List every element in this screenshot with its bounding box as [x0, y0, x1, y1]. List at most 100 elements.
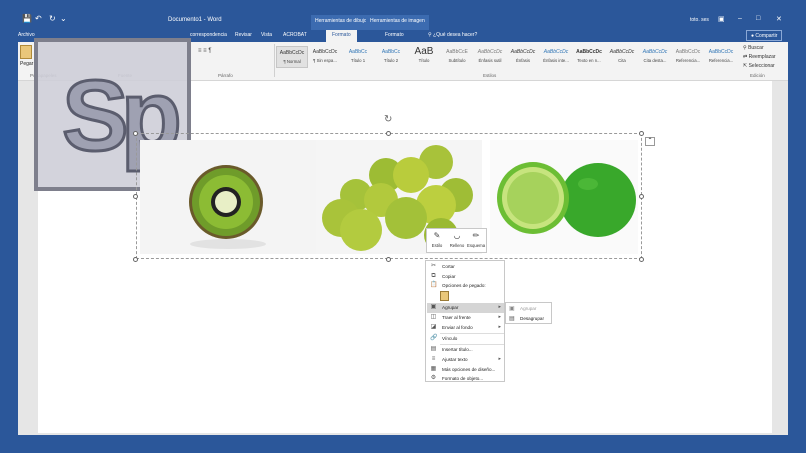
tell-me-search[interactable]: ⚲ ¿Qué desea hacer?: [428, 32, 477, 38]
save-icon[interactable]: 💾: [22, 14, 32, 23]
limes-image[interactable]: [490, 140, 638, 254]
maximize-icon[interactable]: □: [756, 15, 760, 22]
ribbon-options-icon[interactable]: ▣: [718, 15, 725, 23]
menu-item-format-object[interactable]: ⚙ Formato de objeto...: [427, 374, 504, 383]
tab-archivo[interactable]: Archivo: [18, 32, 35, 38]
style-sin-espaciado[interactable]: AaBbCcDc ¶ Sin espa...: [309, 46, 341, 68]
style-name: Referencia...: [708, 58, 734, 63]
resize-handle[interactable]: [133, 131, 138, 136]
group-icon: ▣: [430, 304, 437, 310]
style-titulo-1[interactable]: AaBbCc Título 1: [342, 46, 374, 68]
menu-item-wrap-text[interactable]: ≡ Ajustar texto ▸: [427, 355, 504, 365]
style-preview: AaBbCcE: [446, 49, 468, 55]
submenu-item-group: ▣ Agrupar: [507, 304, 551, 314]
submenu-arrow-icon: ▸: [498, 356, 501, 362]
style-preview: AaB: [414, 46, 434, 57]
share-label: Compartir: [755, 33, 778, 39]
tab-revisar[interactable]: Revisar: [235, 32, 252, 38]
style-preview: AaBbCcDc: [312, 49, 338, 55]
rotate-handle-icon[interactable]: ↻: [384, 114, 392, 125]
submenu-arrow-icon: ▸: [498, 324, 501, 330]
style-name: Énfasis sutil: [478, 58, 502, 63]
style-titulo-2[interactable]: AaBbCc Título 2: [375, 46, 407, 68]
paste-keep-format-icon[interactable]: [440, 291, 449, 301]
replace-button[interactable]: ⇄ Reemplazar: [743, 54, 776, 60]
resize-handle[interactable]: [133, 257, 138, 262]
editing-group-label: Edición: [750, 73, 765, 78]
style-preview: AaBbCcDc: [543, 49, 569, 55]
redo-icon[interactable]: ↻: [49, 14, 56, 23]
tab-correspondencia[interactable]: correspondencia: [190, 32, 227, 38]
title-bar: 💾 ↶ ↻ ⌄ Documento1 - Word Herramientas d…: [0, 0, 806, 30]
style-preview: AaBbCcDc: [675, 49, 701, 55]
resize-handle[interactable]: [386, 131, 391, 136]
style-titulo[interactable]: AaB Título: [408, 46, 440, 68]
style-referencia-sutil[interactable]: AaBbCcDc Referencia...: [672, 46, 704, 68]
menu-item-label: Más opciones de diseño...: [442, 367, 496, 372]
style-cita-destacada[interactable]: AaBbCcDc Cita desta...: [639, 46, 671, 68]
send-back-icon: ◪: [430, 324, 437, 330]
outline-button[interactable]: ✏ Esquema: [467, 231, 485, 248]
menu-item-bring-front[interactable]: ◫ Traer al frente ▸: [427, 313, 504, 323]
close-icon[interactable]: ✕: [776, 15, 782, 23]
resize-handle[interactable]: [639, 257, 644, 262]
user-name[interactable]: toto. ses: [690, 17, 709, 23]
style-subtitulo[interactable]: AaBbCcE Subtítulo: [441, 46, 473, 68]
style-enfasis[interactable]: AaBbCcDc Énfasis: [507, 46, 539, 68]
copy-icon: ⧉: [431, 273, 436, 279]
tab-acrobat[interactable]: ACROBAT: [283, 32, 307, 38]
tab-formato-drawing[interactable]: Formato: [326, 30, 357, 42]
style-preview: AaBbCcDc: [576, 49, 602, 55]
paste-label[interactable]: Pegar: [20, 61, 33, 67]
style-name: Subtítulo: [448, 58, 466, 63]
paragraph-tools-icon[interactable]: ≡ ≡ ¶: [198, 48, 212, 54]
menu-item-group[interactable]: ▣ Agrupar ▸: [427, 303, 504, 313]
style-enfasis-intenso[interactable]: AaBbCcDc Énfasis inte...: [540, 46, 572, 68]
minimize-icon[interactable]: –: [738, 15, 742, 22]
style-referencia-intensa[interactable]: AaBbCcDc Referencia...: [705, 46, 737, 68]
resize-handle[interactable]: [133, 194, 138, 199]
style-name: Referencia...: [675, 58, 701, 63]
menu-item-link[interactable]: 🔗 Vínculo: [427, 334, 504, 344]
resize-handle[interactable]: [639, 194, 644, 199]
style-preview: AaBbCcDc: [510, 49, 536, 55]
style-button[interactable]: ✎ Estilo: [428, 231, 446, 248]
menu-item-cut[interactable]: ✂ Cortar: [427, 262, 504, 272]
tab-formato-image[interactable]: Formato: [385, 32, 404, 38]
style-texto-negrita[interactable]: AaBbCcDc Texto en n...: [573, 46, 605, 68]
layout-options-icon: ▦: [430, 366, 437, 372]
style-preview: AaBbCcDc: [642, 49, 668, 55]
styles-group-label: Estilos: [483, 73, 497, 78]
share-button[interactable]: ● Compartir: [746, 30, 783, 41]
undo-icon[interactable]: ↶: [35, 14, 42, 23]
menu-item-send-back[interactable]: ◪ Enviar al fondo ▸: [427, 323, 504, 333]
group-divider: [274, 44, 275, 77]
fill-icon: ◡: [453, 231, 461, 240]
resize-handle[interactable]: [639, 131, 644, 136]
tab-vista[interactable]: Vista: [261, 32, 272, 38]
style-enfasis-sutil[interactable]: AaBbCcDc Énfasis sutil: [474, 46, 506, 68]
submenu-item-label: Agrupar: [520, 306, 537, 311]
style-preview: AaBbCcDc: [609, 49, 635, 55]
menu-item-label: Cortar: [442, 264, 455, 269]
fill-button[interactable]: ◡ Relleno: [448, 231, 466, 248]
find-button[interactable]: ⚲ Buscar: [743, 45, 764, 51]
style-label: Estilo: [431, 243, 443, 248]
style-name: Título: [418, 58, 430, 63]
style-preview: AaBbCc: [348, 49, 368, 55]
style-normal[interactable]: AaBbCcDc ¶ Normal: [276, 46, 308, 68]
resize-handle[interactable]: [386, 257, 391, 262]
customize-icon[interactable]: ⌄: [60, 14, 67, 23]
style-cita[interactable]: AaBbCcDc Cita: [606, 46, 638, 68]
menu-item-insert-caption[interactable]: ▤ Insertar título...: [427, 345, 504, 355]
menu-item-paste-options: 📋 Opciones de pegado:: [427, 281, 504, 291]
tell-me-label: ¿Qué desea hacer?: [433, 32, 478, 38]
layout-options-icon[interactable]: ⌃: [645, 137, 655, 146]
paste-icon[interactable]: [20, 45, 32, 59]
menu-item-label: Opciones de pegado:: [442, 283, 486, 288]
kiwi-image[interactable]: [140, 140, 316, 254]
style-icon: ✎: [433, 231, 441, 240]
mini-toolbar: ✎ Estilo ◡ Relleno ✏ Esquema: [426, 228, 487, 253]
select-button[interactable]: ⇱ Seleccionar: [743, 63, 775, 69]
submenu-item-ungroup[interactable]: ▤ Desagrupar: [507, 314, 551, 324]
